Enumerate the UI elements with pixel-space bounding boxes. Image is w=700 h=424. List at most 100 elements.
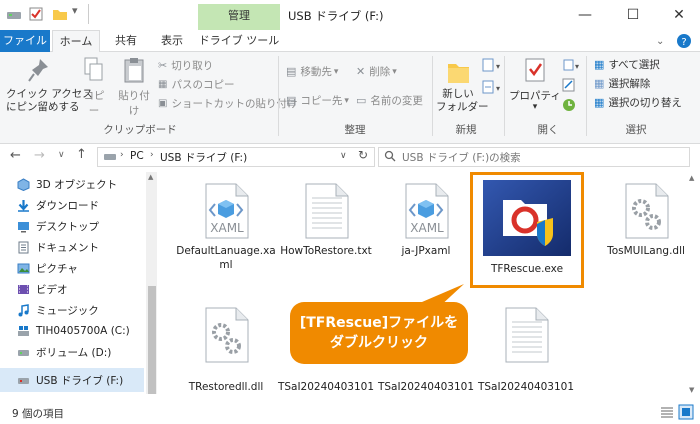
nav-scroll-thumb[interactable] (148, 286, 156, 394)
pin-icon (28, 59, 48, 82)
qat-dropdown-icon[interactable]: ▾ (72, 4, 78, 17)
new-folder-label: 新しい フォルダー (436, 88, 489, 113)
tab-drive-tools[interactable]: ドライブ ツール (198, 30, 280, 52)
svg-text:XAML: XAML (410, 221, 444, 235)
delete-dropdown-icon: ▾ (392, 66, 397, 77)
file-item[interactable]: XAML DefaultLanuage.xaml (176, 182, 276, 272)
open-group-label: 開く (537, 124, 559, 136)
breadcrumb-pc[interactable]: PC (130, 150, 144, 162)
text-file-icon (305, 183, 349, 239)
nav-label: ピクチャ (36, 262, 78, 275)
copy-path-button[interactable]: ▦ パスのコピー (158, 77, 234, 92)
file-item[interactable]: TRestoredll.dll (176, 306, 276, 394)
pin-quick-access-button[interactable]: クイック アクセス にピン留めする (6, 56, 93, 114)
new-folder-button[interactable]: 新しい フォルダー (436, 56, 489, 114)
nav-item-c-drive[interactable]: TIH0405700A (C:) (16, 321, 144, 341)
move-to-dropdown-icon: ▾ (333, 66, 339, 77)
scroll-up-icon[interactable]: ▲ (689, 174, 694, 182)
select-all-button[interactable]: ▦ すべて選択 (594, 57, 660, 72)
open-icon[interactable]: ▾ (562, 58, 582, 72)
file-item[interactable]: XAML ja-JPxaml (376, 182, 476, 258)
large-icons-view-icon[interactable] (678, 404, 694, 420)
back-arrow-icon[interactable]: ← (10, 148, 21, 163)
new-group-label: 新規 (455, 124, 477, 136)
drive-small-icon (103, 151, 117, 163)
tab-share[interactable]: 共有 (108, 30, 144, 52)
delete-label: 削除 (369, 66, 391, 78)
nav-item-music[interactable]: ミュージック (16, 300, 144, 320)
nav-item-videos[interactable]: ビデオ (16, 279, 144, 299)
windows-drive-icon (16, 324, 30, 338)
rename-button[interactable]: ▭ 名前の変更 (356, 93, 423, 108)
nav-item-desktop[interactable]: デスクトップ (16, 216, 144, 236)
file-name: DefaultLanuage.xaml (176, 245, 276, 271)
copy-to-label: コピー先 (300, 95, 343, 107)
new-item-icon[interactable]: ▾ (482, 58, 500, 72)
nav-item-d-drive[interactable]: ボリューム (D:) (16, 342, 144, 362)
nav-label: ドキュメント (36, 241, 99, 254)
file-item[interactable]: HowToRestore.txt (276, 182, 376, 258)
nav-item-documents[interactable]: ドキュメント (16, 237, 144, 257)
callout-line-2: ダブルクリック (330, 335, 428, 351)
file-item[interactable]: TosMUILang.dll (596, 182, 696, 258)
refresh-icon[interactable]: ↻ (358, 148, 368, 162)
easy-access-icon[interactable]: ▾ (482, 80, 500, 94)
properties-button[interactable]: プロパティ ▾ (508, 56, 562, 112)
search-placeholder: USB ドライブ (F:)の検索 (402, 152, 521, 164)
invert-selection-button[interactable]: ▦ 選択の切り替え (594, 95, 682, 110)
text-file-icon (505, 307, 549, 363)
paste-shortcut-button[interactable]: ▣ ショートカットの貼り付け (158, 96, 297, 111)
tfrescue-app-icon (483, 180, 571, 256)
breadcrumb-usb-drive[interactable]: USB ドライブ (F:) (160, 150, 247, 165)
collapse-ribbon-icon[interactable]: ⌄ (656, 36, 664, 47)
move-to-button[interactable]: ▤ 移動先 ▾ (286, 64, 338, 79)
nav-item-3d-objects[interactable]: 3D オブジェクト (16, 174, 144, 194)
paste-icon (124, 58, 144, 83)
svg-text:▾: ▾ (575, 62, 579, 71)
invert-selection-label: 選択の切り替え (608, 97, 682, 109)
nav-label: デスクトップ (36, 220, 99, 233)
paste-button[interactable]: 貼り付け (114, 56, 154, 118)
new-folder-qat-icon[interactable] (52, 6, 68, 22)
file-name: TSaI20240403101 (277, 381, 375, 393)
properties-dropdown-icon: ▾ (532, 102, 538, 112)
file-item-tfrescue[interactable]: TFRescue.exe (477, 178, 577, 276)
tab-home[interactable]: ホーム (52, 30, 100, 53)
recent-locations-icon[interactable]: ∨ (58, 150, 65, 160)
paste-shortcut-icon: ▣ (158, 98, 168, 109)
nav-item-downloads[interactable]: ダウンロード (16, 195, 144, 215)
content-scrollbar[interactable] (686, 172, 700, 394)
help-icon[interactable]: ? (676, 33, 692, 49)
nav-label: 3D オブジェクト (36, 178, 118, 191)
edit-icon[interactable] (562, 78, 576, 92)
up-arrow-icon[interactable]: ↑ (76, 147, 87, 162)
copy-to-button[interactable]: ▤ コピー先 ▾ (286, 93, 349, 108)
scroll-up-icon[interactable]: ▲ (148, 173, 153, 181)
select-none-button[interactable]: ▦ 選択解除 (594, 76, 650, 91)
file-item[interactable]: TSaI20240403101 (476, 306, 576, 394)
cut-button[interactable]: ✂ 切り取り (158, 58, 213, 73)
tab-view[interactable]: 表示 (152, 30, 192, 52)
nav-item-pictures[interactable]: ピクチャ (16, 258, 144, 278)
details-view-icon[interactable] (660, 406, 674, 418)
file-name: TFRescue.exe (490, 263, 564, 275)
select-none-icon: ▦ (594, 77, 605, 90)
file-name: TSaI20240403101 (377, 381, 475, 393)
minimize-icon: — (578, 7, 592, 23)
nav-label: ミュージック (36, 304, 99, 317)
properties-qat-icon[interactable] (28, 6, 44, 22)
nav-label: USB ドライブ (F:) (36, 374, 124, 387)
history-icon[interactable] (562, 98, 576, 112)
delete-button[interactable]: ✕ 削除 ▾ (356, 64, 397, 79)
close-button[interactable]: ✕ (656, 0, 700, 30)
select-all-icon: ▦ (594, 58, 605, 71)
tab-file[interactable]: ファイル (0, 30, 50, 52)
instruction-callout: [TFRescue]ファイルを ダブルクリック (290, 302, 468, 364)
minimize-button[interactable]: — (562, 0, 608, 30)
scroll-down-icon[interactable]: ▼ (689, 386, 694, 394)
maximize-button[interactable]: ☐ (610, 0, 656, 30)
forward-arrow-icon[interactable]: → (34, 148, 45, 163)
copy-button[interactable]: コピー (80, 56, 108, 118)
nav-item-usb-drive[interactable]: USB ドライブ (F:) (0, 368, 144, 392)
address-dropdown-icon[interactable]: ∨ (340, 151, 347, 161)
